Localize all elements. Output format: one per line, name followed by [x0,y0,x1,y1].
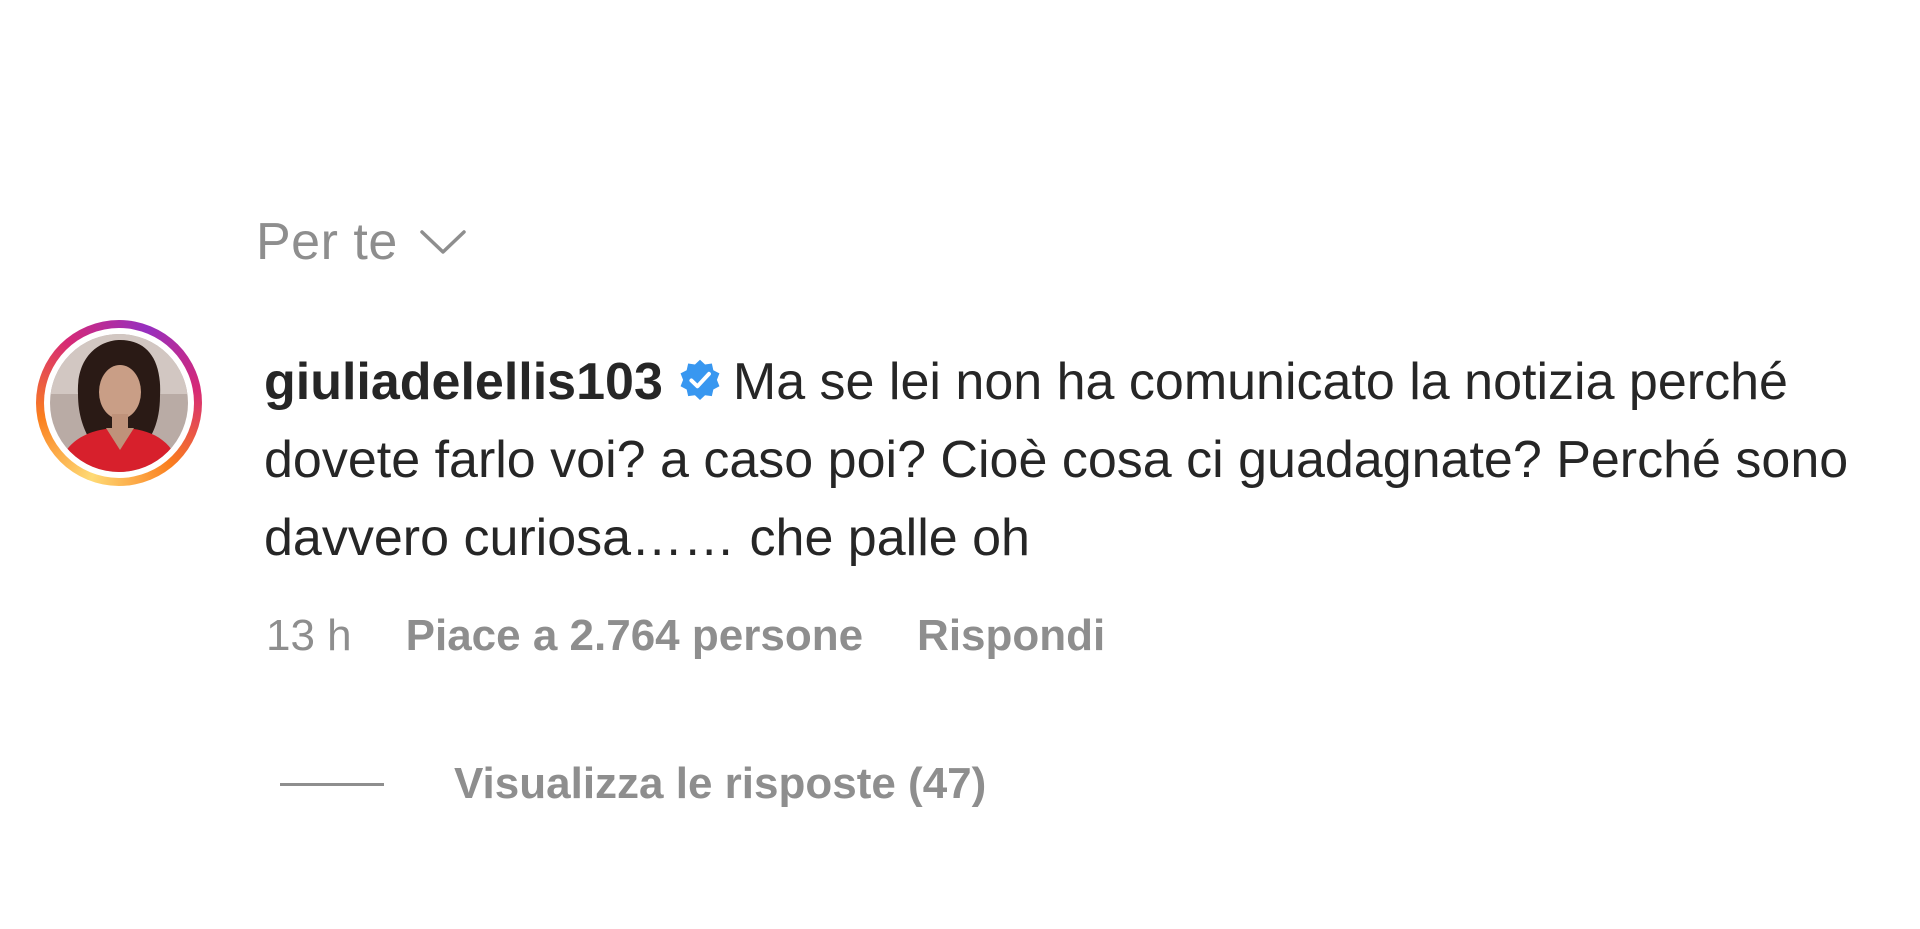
likes-count-link[interactable]: Piace a 2.764 persone [406,611,863,661]
reply-button[interactable]: Rispondi [917,611,1105,661]
sort-label: Per te [256,213,398,271]
comment-meta: 13 h Piace a 2.764 persone Rispondi [266,606,1105,666]
avatar [50,334,188,472]
comment-username[interactable]: giuliadelellis103 [264,353,663,411]
comment-time: 13 h [266,611,352,660]
sort-dropdown[interactable]: Per te [256,210,468,274]
comment-body: giuliadelellis103 Ma se lei non ha comun… [264,343,1904,577]
chevron-down-icon [419,230,466,254]
replies-divider [280,782,384,786]
avatar-story-ring[interactable] [36,320,202,486]
verified-badge-icon [680,359,720,400]
view-replies-label: Visualizza le risposte (47) [454,759,987,808]
view-replies-button[interactable]: Visualizza le risposte (47) [280,754,986,814]
